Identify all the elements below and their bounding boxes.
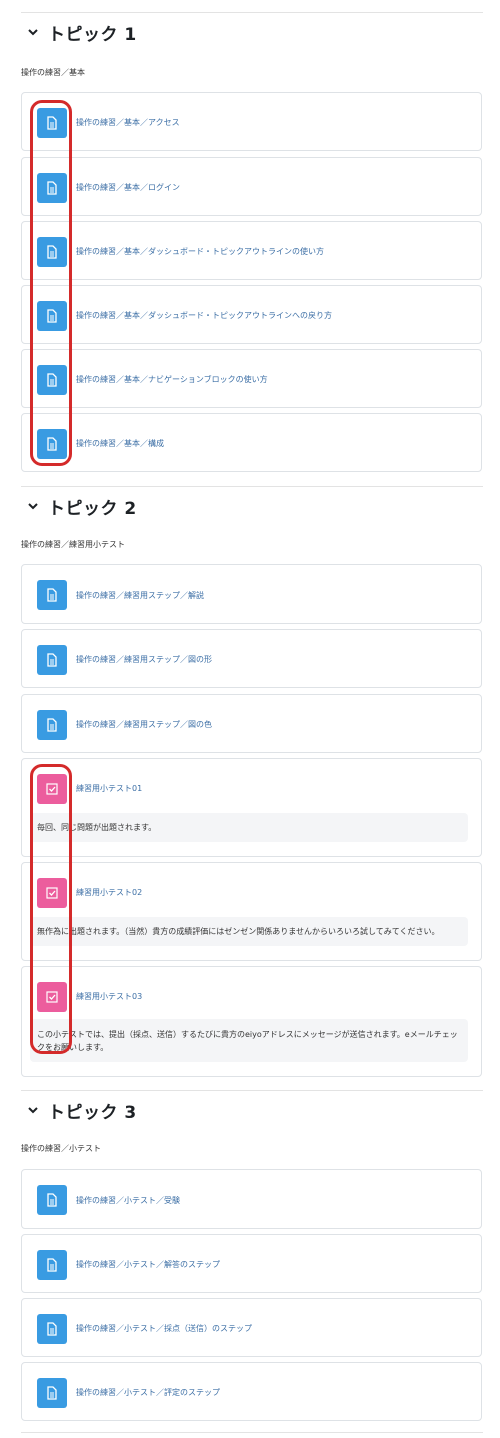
activity-description: 毎回、同じ問題が出題されます。 bbox=[30, 813, 468, 842]
activity-card: 操作の練習／基本／ナビゲーションブロックの使い方 bbox=[21, 349, 482, 408]
chevron-down-icon[interactable] bbox=[26, 25, 40, 39]
page-icon[interactable] bbox=[37, 1314, 67, 1344]
section-divider bbox=[21, 486, 483, 487]
chevron-down-icon[interactable] bbox=[26, 1103, 40, 1117]
activity-link[interactable]: 練習用小テスト03 bbox=[76, 991, 142, 1002]
activity-link[interactable]: 操作の練習／基本／ダッシュボード・トピックアウトラインへの戻り方 bbox=[76, 310, 332, 321]
page-icon[interactable] bbox=[37, 301, 67, 331]
activity-card: 操作の練習／基本／アクセス bbox=[21, 92, 482, 151]
activity-card: 操作の練習／基本／構成 bbox=[21, 413, 482, 472]
activity-link[interactable]: 練習用小テスト01 bbox=[76, 783, 142, 794]
activity-link[interactable]: 操作の練習／小テスト／採点（送信）のステップ bbox=[76, 1323, 252, 1334]
annotation-highlight bbox=[30, 100, 72, 466]
activity-description: 無作為に出題されます。（当然）貴方の成績評価にはゼンゼン関係ありませんからいろい… bbox=[30, 917, 468, 946]
page-icon[interactable] bbox=[37, 645, 67, 675]
quiz-card: 練習用小テスト01 毎回、同じ問題が出題されます。 bbox=[21, 758, 482, 857]
page-icon[interactable] bbox=[37, 429, 67, 459]
page-icon[interactable] bbox=[37, 237, 67, 267]
quiz-card: 練習用小テスト03 この小テストでは、提出（採点、送信）するたびに貴方のeiyo… bbox=[21, 966, 482, 1077]
section-divider bbox=[21, 1090, 483, 1091]
page-icon[interactable] bbox=[37, 710, 67, 740]
activity-card: 操作の練習／練習用ステップ／図の形 bbox=[21, 629, 482, 688]
activity-description: この小テストでは、提出（採点、送信）するたびに貴方のeiyoアドレスにメッセージ… bbox=[30, 1019, 468, 1062]
activity-card: 操作の練習／小テスト／解答のステップ bbox=[21, 1234, 482, 1293]
activity-link[interactable]: 練習用小テスト02 bbox=[76, 887, 142, 898]
topic-header[interactable]: トピック 3 bbox=[26, 1095, 137, 1125]
topic-summary: 操作の練習／基本 bbox=[21, 68, 85, 77]
activity-link[interactable]: 操作の練習／練習用ステップ／図の形 bbox=[76, 654, 212, 665]
topic-summary: 操作の練習／練習用小テスト bbox=[21, 540, 125, 549]
topic-header[interactable]: トピック 2 bbox=[26, 491, 137, 521]
section-divider bbox=[21, 12, 483, 13]
activity-card: 操作の練習／基本／ログイン bbox=[21, 157, 482, 216]
quiz-icon[interactable] bbox=[37, 878, 67, 908]
quiz-icon[interactable] bbox=[37, 774, 67, 804]
activity-card: 操作の練習／基本／ダッシュボード・トピックアウトラインの使い方 bbox=[21, 221, 482, 280]
page-icon[interactable] bbox=[37, 1250, 67, 1280]
page-icon[interactable] bbox=[37, 1378, 67, 1408]
activity-card: 操作の練習／基本／ダッシュボード・トピックアウトラインへの戻り方 bbox=[21, 285, 482, 344]
activity-link[interactable]: 操作の練習／基本／ナビゲーションブロックの使い方 bbox=[76, 374, 268, 385]
topic-title: トピック 1 bbox=[48, 24, 137, 45]
activity-card: 操作の練習／小テスト／採点（送信）のステップ bbox=[21, 1298, 482, 1357]
topic-summary: 操作の練習／小テスト bbox=[21, 1144, 101, 1153]
activity-card: 操作の練習／練習用ステップ／図の色 bbox=[21, 694, 482, 753]
page-icon[interactable] bbox=[37, 108, 67, 138]
topic-header[interactable]: トピック 1 bbox=[26, 17, 137, 47]
chevron-down-icon[interactable] bbox=[26, 499, 40, 513]
quiz-icon[interactable] bbox=[37, 982, 67, 1012]
page-icon[interactable] bbox=[37, 1185, 67, 1215]
activity-link[interactable]: 操作の練習／小テスト／評定のステップ bbox=[76, 1387, 220, 1398]
activity-card: 操作の練習／練習用ステップ／解説 bbox=[21, 564, 482, 624]
activity-link[interactable]: 操作の練習／練習用ステップ／図の色 bbox=[76, 719, 212, 730]
activity-card: 操作の練習／小テスト／評定のステップ bbox=[21, 1362, 482, 1421]
quiz-card: 練習用小テスト02 無作為に出題されます。（当然）貴方の成績評価にはゼンゼン関係… bbox=[21, 862, 482, 961]
page-icon[interactable] bbox=[37, 365, 67, 395]
page-icon[interactable] bbox=[37, 580, 67, 610]
activity-link[interactable]: 操作の練習／基本／ログイン bbox=[76, 182, 180, 193]
activity-link[interactable]: 操作の練習／練習用ステップ／解説 bbox=[76, 590, 204, 601]
topic-title: トピック 2 bbox=[48, 498, 137, 519]
activity-link[interactable]: 操作の練習／基本／ダッシュボード・トピックアウトラインの使い方 bbox=[76, 246, 324, 257]
activity-link[interactable]: 操作の練習／小テスト／受験 bbox=[76, 1195, 180, 1206]
activity-link[interactable]: 操作の練習／基本／構成 bbox=[76, 438, 164, 449]
activity-card: 操作の練習／小テスト／受験 bbox=[21, 1169, 482, 1229]
section-divider bbox=[21, 1432, 483, 1433]
page-icon[interactable] bbox=[37, 173, 67, 203]
activity-link[interactable]: 操作の練習／小テスト／解答のステップ bbox=[76, 1259, 220, 1270]
topic-title: トピック 3 bbox=[48, 1102, 137, 1123]
activity-link[interactable]: 操作の練習／基本／アクセス bbox=[76, 117, 180, 128]
